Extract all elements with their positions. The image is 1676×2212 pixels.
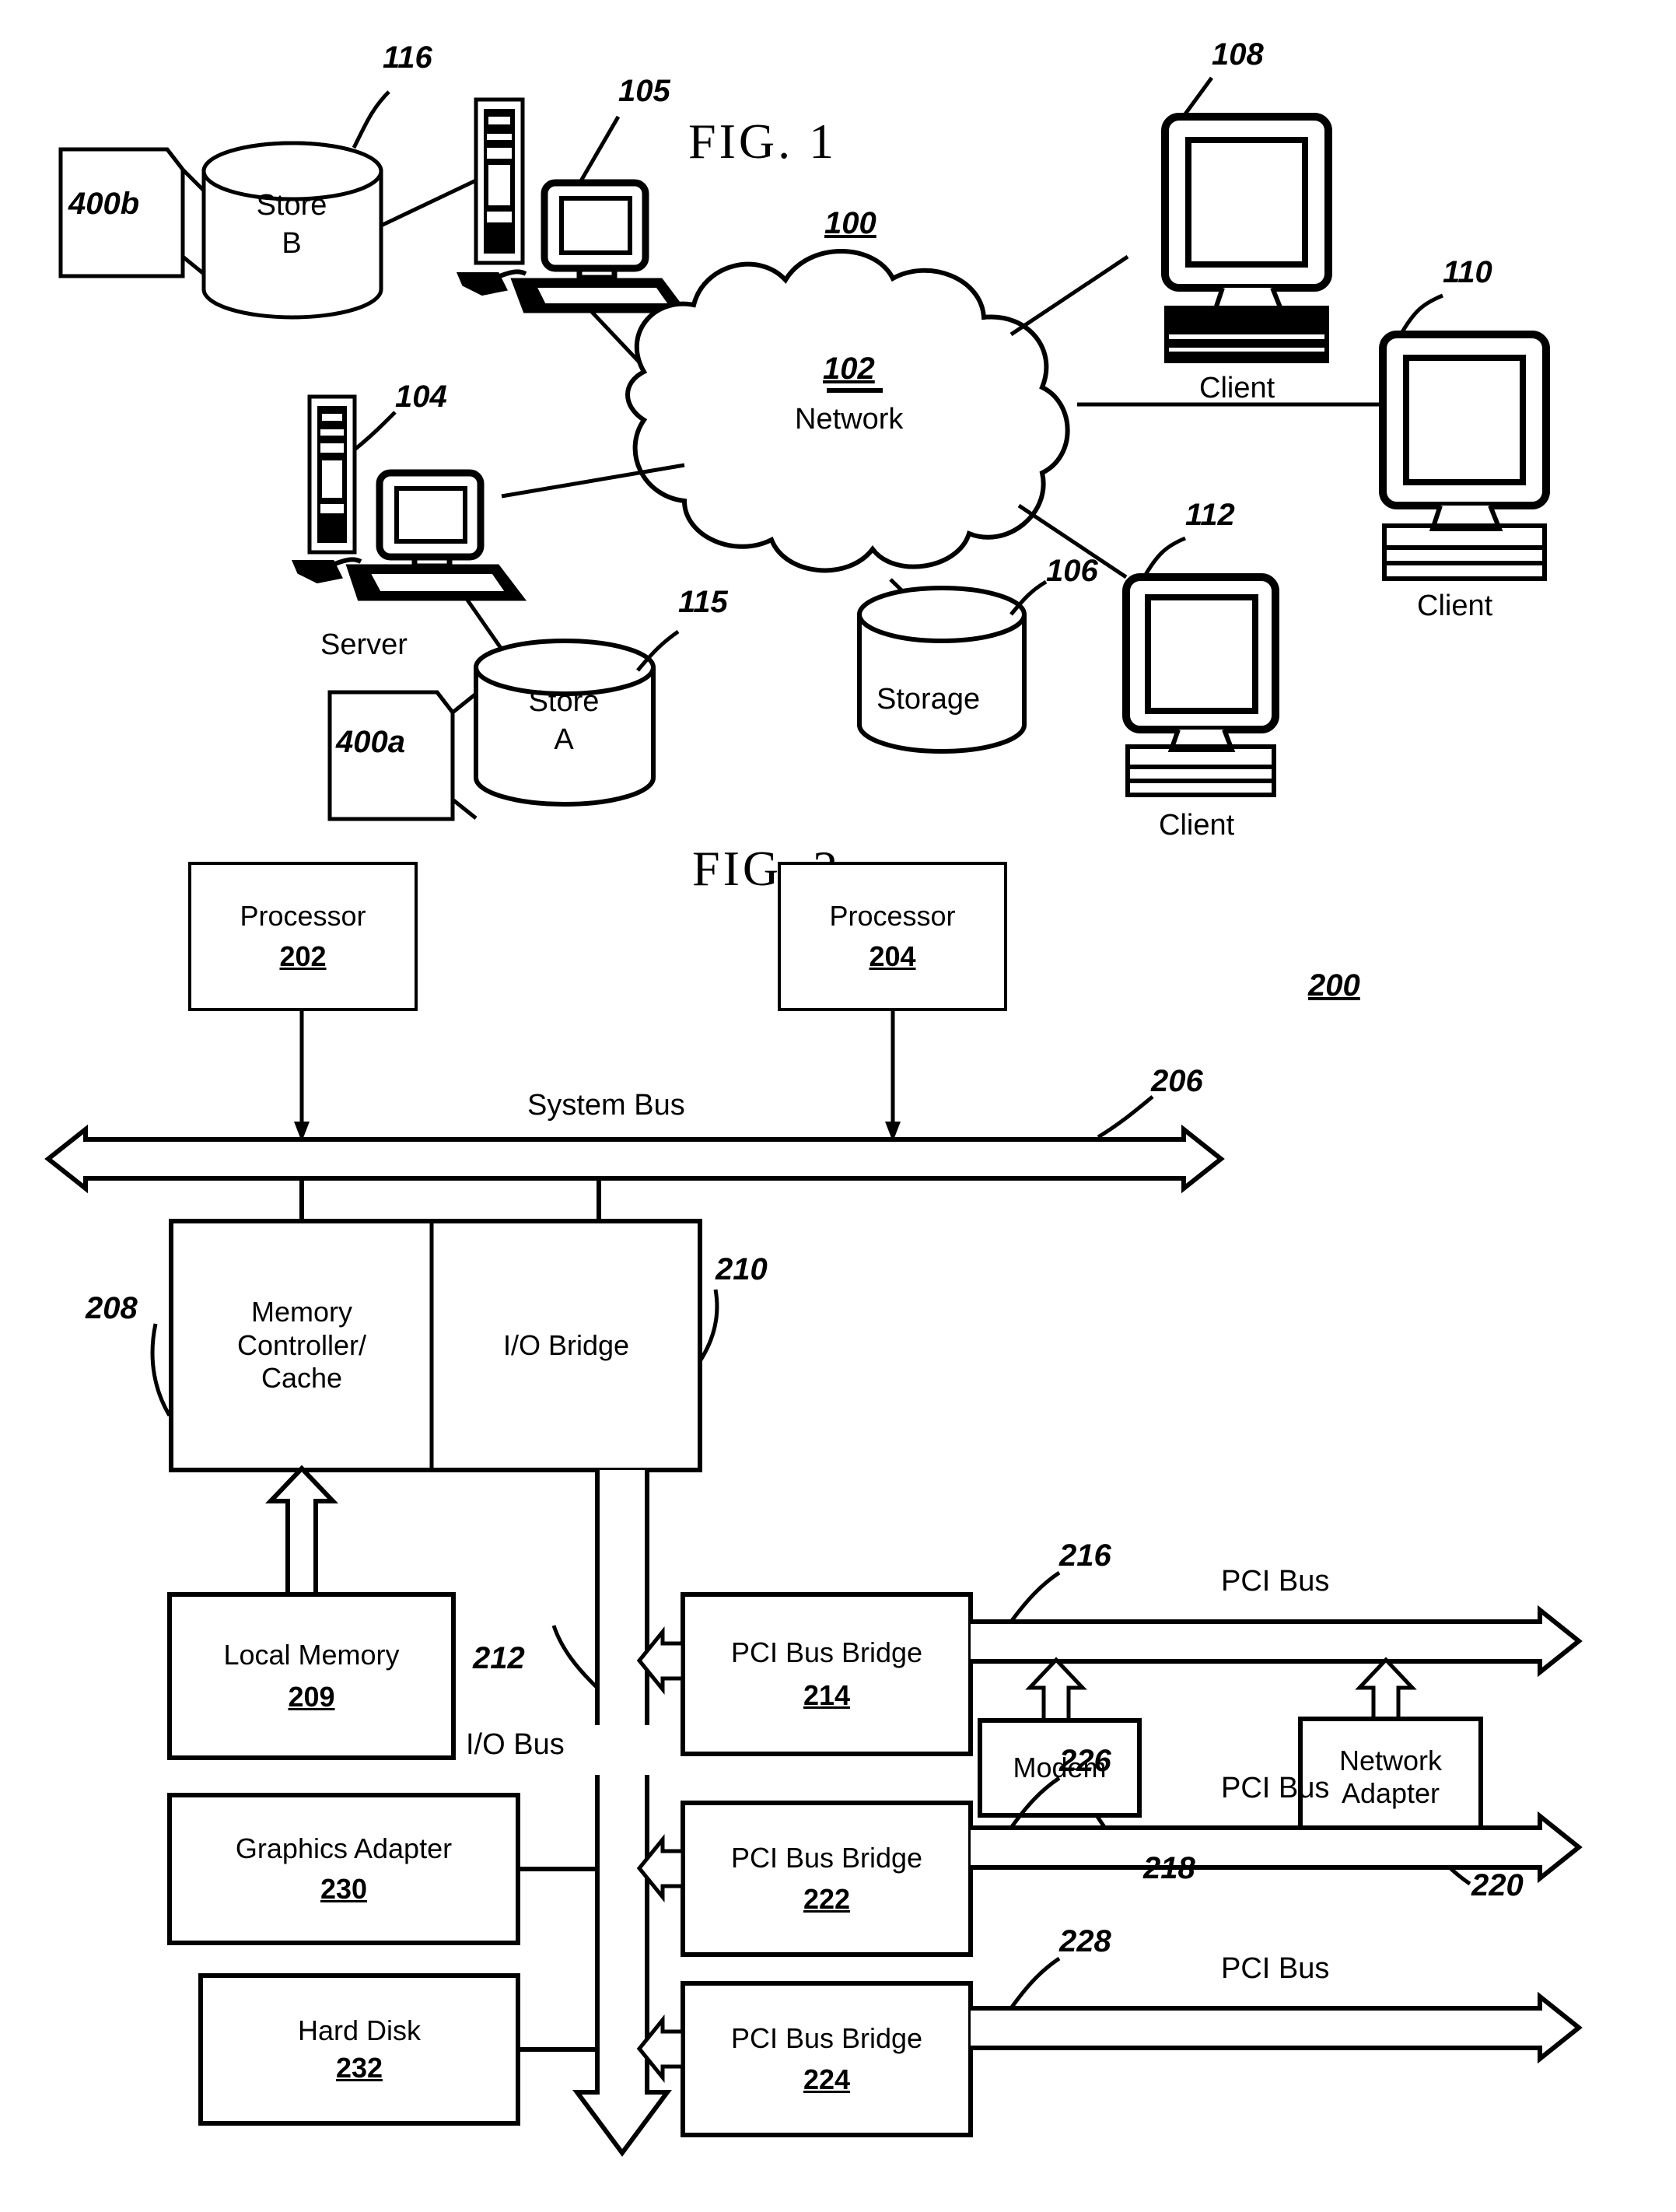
- client-108-label: Client: [1199, 372, 1275, 404]
- io-bus-label: I/O Bus: [463, 1728, 568, 1762]
- network-adapter-label: Network Adapter: [1339, 1745, 1442, 1811]
- processor-202-label: Processor: [240, 899, 366, 932]
- storage-label: Storage: [876, 683, 981, 716]
- store-b-ref: 116: [383, 40, 432, 75]
- pci-bus-bridge-224-ref: 224: [803, 2063, 851, 2095]
- pci-bus-226-ref: 226: [1059, 1744, 1111, 1778]
- pci-bus-226-label: PCI Bus: [1221, 1772, 1330, 1804]
- client-110-label: Client: [1417, 590, 1493, 622]
- modem-ref: 218: [1143, 1851, 1195, 1885]
- pci-bus-bridge-222-label: PCI Bus Bridge: [730, 1842, 923, 1874]
- local-memory-ref: 209: [288, 1681, 335, 1713]
- graphics-adapter-label: Graphics Adapter: [235, 1832, 453, 1864]
- doc-400a-label: 400a: [336, 725, 405, 759]
- mem-ctrl-line2: Controller/: [236, 1328, 367, 1361]
- store-b-line2: B: [282, 227, 302, 261]
- pci-bus-228-label: PCI Bus: [1221, 1952, 1330, 1985]
- network-adapter-box[interactable]: Network Adapter: [1303, 1722, 1478, 1832]
- local-memory-label: Local Memory: [223, 1638, 400, 1671]
- storage-ref: 106: [1046, 554, 1098, 588]
- system-bus-ref: 206: [1151, 1064, 1203, 1098]
- client-112-ref: 112: [1185, 498, 1235, 532]
- pci-bus-216-ref: 216: [1059, 1538, 1111, 1573]
- pci-bus-bridge-224-label: PCI Bus Bridge: [730, 2022, 923, 2055]
- store-a-label: Store A: [482, 683, 646, 760]
- pci-bus-bridge-224-box[interactable]: PCI Bus Bridge 224: [686, 1986, 967, 2132]
- store-a-line2: A: [554, 723, 574, 757]
- network-adapter-ref: 220: [1471, 1868, 1524, 1902]
- processor-202-box[interactable]: Processor 202: [188, 862, 418, 1011]
- server-label: Server: [320, 628, 408, 661]
- pci-bus-228-ref: 228: [1059, 1924, 1111, 1958]
- io-bridge-ref: 210: [716, 1252, 768, 1286]
- system-bus-label: System Bus: [523, 1089, 690, 1122]
- graphics-adapter-ref: 230: [320, 1873, 368, 1906]
- doc-400b-label: 400b: [68, 187, 140, 221]
- network-ref: 102: [823, 352, 875, 386]
- network-label: Network: [795, 403, 904, 436]
- network-adapter-line2: Adapter: [1341, 1777, 1440, 1809]
- io-bridge-box[interactable]: I/O Bridge: [434, 1224, 698, 1467]
- graphics-adapter-box[interactable]: Graphics Adapter 230: [173, 1798, 515, 1940]
- pci-bus-bridge-214-box[interactable]: PCI Bus Bridge 214: [686, 1598, 967, 1751]
- server-104-ref: 104: [395, 380, 447, 414]
- store-b-label: Store B: [210, 187, 373, 264]
- network-adapter-line1: Network: [1338, 1744, 1443, 1776]
- mem-ctrl-line1: Memory: [250, 1296, 352, 1328]
- hard-disk-label: Hard Disk: [297, 2014, 422, 2046]
- pci-bus-216-label: PCI Bus: [1221, 1565, 1330, 1598]
- hard-disk-ref: 232: [335, 2052, 383, 2084]
- pci-bus-bridge-222-ref: 222: [803, 1882, 851, 1915]
- store-a-line1: Store: [528, 685, 600, 718]
- memory-controller-ref: 208: [86, 1291, 138, 1325]
- client-110-ref: 110: [1443, 255, 1492, 289]
- pci-bus-bridge-214-ref: 214: [803, 1678, 851, 1711]
- memory-controller-cache-label: Memory Controller/ Cache: [237, 1296, 366, 1395]
- processor-204-box[interactable]: Processor 204: [778, 862, 1007, 1011]
- store-a-ref: 115: [678, 585, 728, 619]
- client-108-ref: 108: [1212, 37, 1264, 72]
- figure-2: FIG. 2 200 Processor 202 Processor 204 S…: [0, 817, 1676, 2212]
- hard-disk-box[interactable]: Hard Disk 232: [204, 1979, 515, 2120]
- mem-ctrl-line3: Cache: [261, 1362, 343, 1395]
- computer-105-ref: 105: [618, 74, 670, 108]
- processor-202-ref: 202: [279, 940, 327, 973]
- store-b-line1: Store: [256, 189, 327, 222]
- local-memory-box[interactable]: Local Memory 209: [173, 1598, 450, 1755]
- processor-204-ref: 204: [869, 940, 916, 973]
- io-bus-ref: 212: [473, 1641, 525, 1675]
- io-bridge-label: I/O Bridge: [502, 1328, 630, 1361]
- figure-1: FIG. 1 100 400b Store B 116 105 102 Netw…: [0, 0, 1676, 856]
- memory-controller-cache-box[interactable]: Memory Controller/ Cache: [174, 1224, 429, 1467]
- processor-204-label: Processor: [829, 899, 956, 932]
- pci-bus-bridge-214-label: PCI Bus Bridge: [730, 1636, 923, 1669]
- pci-bus-bridge-222-box[interactable]: PCI Bus Bridge 222: [686, 1806, 967, 1951]
